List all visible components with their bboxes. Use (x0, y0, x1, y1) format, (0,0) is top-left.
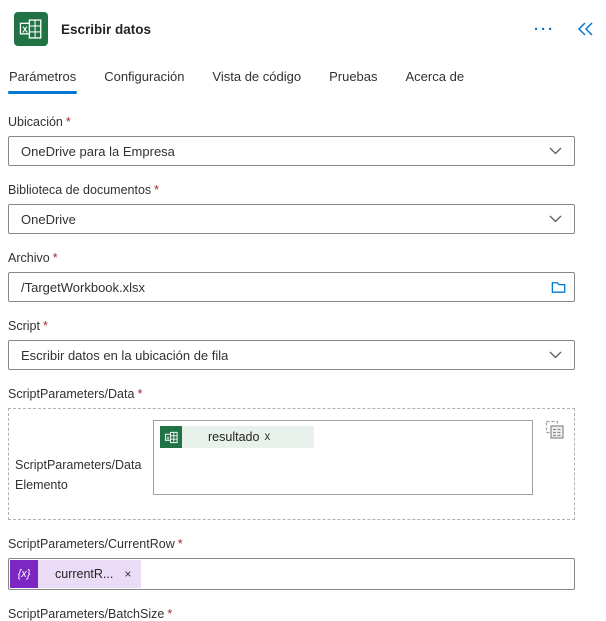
field-scriptparameters-data: ScriptParameters/Data* ScriptParameters/… (8, 387, 575, 520)
archivo-label: Archivo* (8, 251, 575, 266)
action-config-panel: X Escribir datos ··· Parámetros Configur… (0, 0, 606, 621)
ubicacion-dropdown[interactable]: OneDrive para la Empresa (8, 136, 575, 166)
data-item-label: ScriptParameters/Data Elemento (15, 455, 141, 495)
field-ubicacion: Ubicación* OneDrive para la Empresa (8, 115, 575, 166)
switch-to-input-array-icon[interactable] (545, 420, 565, 440)
biblioteca-label: Biblioteca de documentos* (8, 183, 575, 198)
tab-parametros[interactable]: Parámetros (8, 69, 77, 94)
token-close-icon[interactable]: × (124, 567, 131, 581)
ubicacion-label: Ubicación* (8, 115, 575, 130)
archivo-input[interactable]: /TargetWorkbook.xlsx (8, 272, 575, 302)
tab-acerca-de[interactable]: Acerca de (405, 69, 466, 94)
required-asterisk: * (43, 319, 48, 333)
field-scriptparameters-batchsize: ScriptParameters/BatchSize* {x} batchSiz… (8, 607, 575, 621)
script-label: Script* (8, 319, 575, 334)
tab-configuracion[interactable]: Configuración (103, 69, 185, 94)
data-label: ScriptParameters/Data* (8, 387, 575, 402)
biblioteca-dropdown[interactable]: OneDrive (8, 204, 575, 234)
token-text: resultado (208, 430, 259, 444)
required-asterisk: * (137, 387, 142, 401)
data-item-input[interactable]: X resultado x (153, 420, 533, 495)
tab-vista-de-codigo[interactable]: Vista de código (211, 69, 302, 94)
field-biblioteca: Biblioteca de documentos* OneDrive (8, 183, 575, 234)
required-asterisk: * (53, 251, 58, 265)
panel-header: X Escribir datos ··· (0, 0, 606, 49)
header-actions: ··· (534, 21, 596, 37)
batchsize-label: ScriptParameters/BatchSize* (8, 607, 575, 621)
field-script: Script* Escribir datos en la ubicación d… (8, 319, 575, 370)
tab-bar: Parámetros Configuración Vista de código… (0, 69, 606, 94)
file-browser-icon[interactable] (550, 279, 567, 296)
chevron-down-icon (549, 147, 562, 155)
required-asterisk: * (167, 607, 172, 621)
currentrow-input[interactable]: {x} currentR... × (8, 558, 575, 590)
variable-icon: {x} (10, 560, 38, 588)
chevron-down-icon (549, 351, 562, 359)
required-asterisk: * (66, 115, 71, 129)
parameters-form: Ubicación* OneDrive para la Empresa Bibl… (0, 115, 606, 621)
tab-pruebas[interactable]: Pruebas (328, 69, 378, 94)
more-options-icon[interactable]: ··· (534, 22, 555, 37)
token-close-icon[interactable]: x (264, 431, 314, 443)
excel-icon-glyph: X (18, 16, 44, 42)
token-text: currentR... (55, 567, 113, 581)
variable-token[interactable]: currentR... × (38, 560, 141, 588)
excel-dynamic-token[interactable]: X resultado x (160, 426, 314, 448)
excel-icon: X (14, 12, 48, 46)
excel-token-icon: X (160, 426, 182, 448)
currentrow-label: ScriptParameters/CurrentRow* (8, 537, 575, 552)
required-asterisk: * (178, 537, 183, 551)
collapse-panel-icon[interactable] (577, 21, 594, 37)
action-title: Escribir datos (61, 22, 151, 37)
data-array-container: ScriptParameters/Data Elemento X (8, 408, 575, 520)
field-archivo: Archivo* /TargetWorkbook.xlsx (8, 251, 575, 302)
active-tab-underline (8, 91, 77, 94)
script-dropdown[interactable]: Escribir datos en la ubicación de fila (8, 340, 575, 370)
chevron-down-icon (549, 215, 562, 223)
required-asterisk: * (154, 183, 159, 197)
svg-text:X: X (22, 25, 28, 34)
field-scriptparameters-currentrow: ScriptParameters/CurrentRow* {x} current… (8, 537, 575, 590)
